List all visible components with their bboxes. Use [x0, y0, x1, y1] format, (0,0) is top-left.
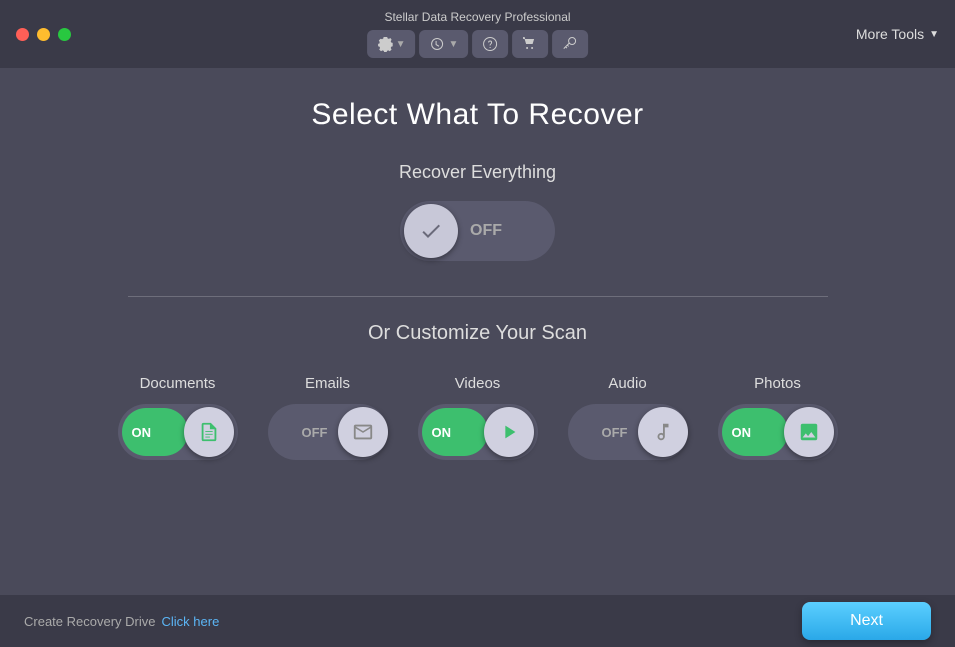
document-icon: [198, 421, 220, 443]
emails-knob: [338, 407, 388, 457]
next-button[interactable]: Next: [802, 602, 931, 640]
audio-off-track: OFF: [572, 408, 638, 456]
main-content: Select What To Recover Recover Everythin…: [0, 68, 955, 480]
audio-icon: [652, 421, 674, 443]
page-title: Select What To Recover: [311, 98, 643, 132]
recover-everything-state: OFF: [458, 222, 514, 240]
close-button[interactable]: [16, 28, 29, 41]
key-icon: [562, 36, 578, 52]
category-documents: Documents ON: [118, 375, 238, 460]
videos-knob: [484, 407, 534, 457]
emails-off-track: OFF: [272, 408, 338, 456]
maximize-button[interactable]: [58, 28, 71, 41]
divider: [128, 296, 828, 297]
recover-everything-label: Recover Everything: [399, 162, 556, 183]
category-photos: Photos ON: [718, 375, 838, 460]
checkmark-icon: [419, 219, 443, 243]
documents-knob: [184, 407, 234, 457]
cart-button[interactable]: [512, 30, 548, 58]
play-icon: [498, 421, 520, 443]
toolbar-buttons: ▼ ▼: [367, 30, 589, 58]
audio-off-label: OFF: [602, 425, 628, 440]
help-button[interactable]: [472, 30, 508, 58]
photos-toggle[interactable]: ON: [718, 404, 838, 460]
click-here-link[interactable]: Click here: [162, 614, 220, 629]
category-emails-label: Emails: [305, 375, 350, 392]
category-audio-label: Audio: [608, 375, 646, 392]
titlebar: Stellar Data Recovery Professional ▼ ▼: [0, 0, 955, 68]
more-tools-button[interactable]: More Tools ▼: [856, 26, 939, 42]
audio-knob: [638, 407, 688, 457]
documents-on-label: ON: [132, 425, 152, 440]
cart-icon: [522, 36, 538, 52]
more-tools-label: More Tools: [856, 26, 924, 42]
photos-on-label: ON: [732, 425, 752, 440]
history-button[interactable]: ▼: [420, 30, 469, 58]
documents-on-track: ON: [122, 408, 188, 456]
recover-everything-knob: [404, 204, 458, 258]
category-videos-label: Videos: [455, 375, 501, 392]
videos-on-track: ON: [422, 408, 488, 456]
minimize-button[interactable]: [37, 28, 50, 41]
category-emails: Emails OFF: [268, 375, 388, 460]
videos-toggle[interactable]: ON: [418, 404, 538, 460]
category-documents-label: Documents: [140, 375, 216, 392]
app-title: Stellar Data Recovery Professional: [384, 10, 570, 24]
emails-toggle[interactable]: OFF: [268, 404, 388, 460]
documents-toggle[interactable]: ON: [118, 404, 238, 460]
gear-icon: [377, 36, 393, 52]
settings-button[interactable]: ▼: [367, 30, 416, 58]
categories-container: Documents ON Emails: [118, 375, 838, 460]
category-audio: Audio OFF: [568, 375, 688, 460]
email-icon: [352, 421, 374, 443]
audio-toggle[interactable]: OFF: [568, 404, 688, 460]
customize-label: Or Customize Your Scan: [368, 322, 587, 345]
chevron-down-icon: ▼: [929, 29, 939, 40]
traffic-lights: [16, 28, 71, 41]
history-icon: [430, 36, 446, 52]
category-videos: Videos ON: [418, 375, 538, 460]
photo-icon: [798, 421, 820, 443]
titlebar-center: Stellar Data Recovery Professional ▼ ▼: [367, 10, 589, 58]
emails-off-label: OFF: [302, 425, 328, 440]
photos-knob: [784, 407, 834, 457]
footer-left: Create Recovery Drive Click here: [24, 614, 219, 629]
footer: Create Recovery Drive Click here Next: [0, 595, 955, 647]
create-recovery-drive-text: Create Recovery Drive: [24, 614, 156, 629]
help-icon: [482, 36, 498, 52]
videos-on-label: ON: [432, 425, 452, 440]
key-button[interactable]: [552, 30, 588, 58]
recover-everything-toggle[interactable]: OFF: [400, 201, 555, 261]
recover-everything-section: Recover Everything OFF: [40, 162, 915, 261]
category-photos-label: Photos: [754, 375, 801, 392]
photos-on-track: ON: [722, 408, 788, 456]
